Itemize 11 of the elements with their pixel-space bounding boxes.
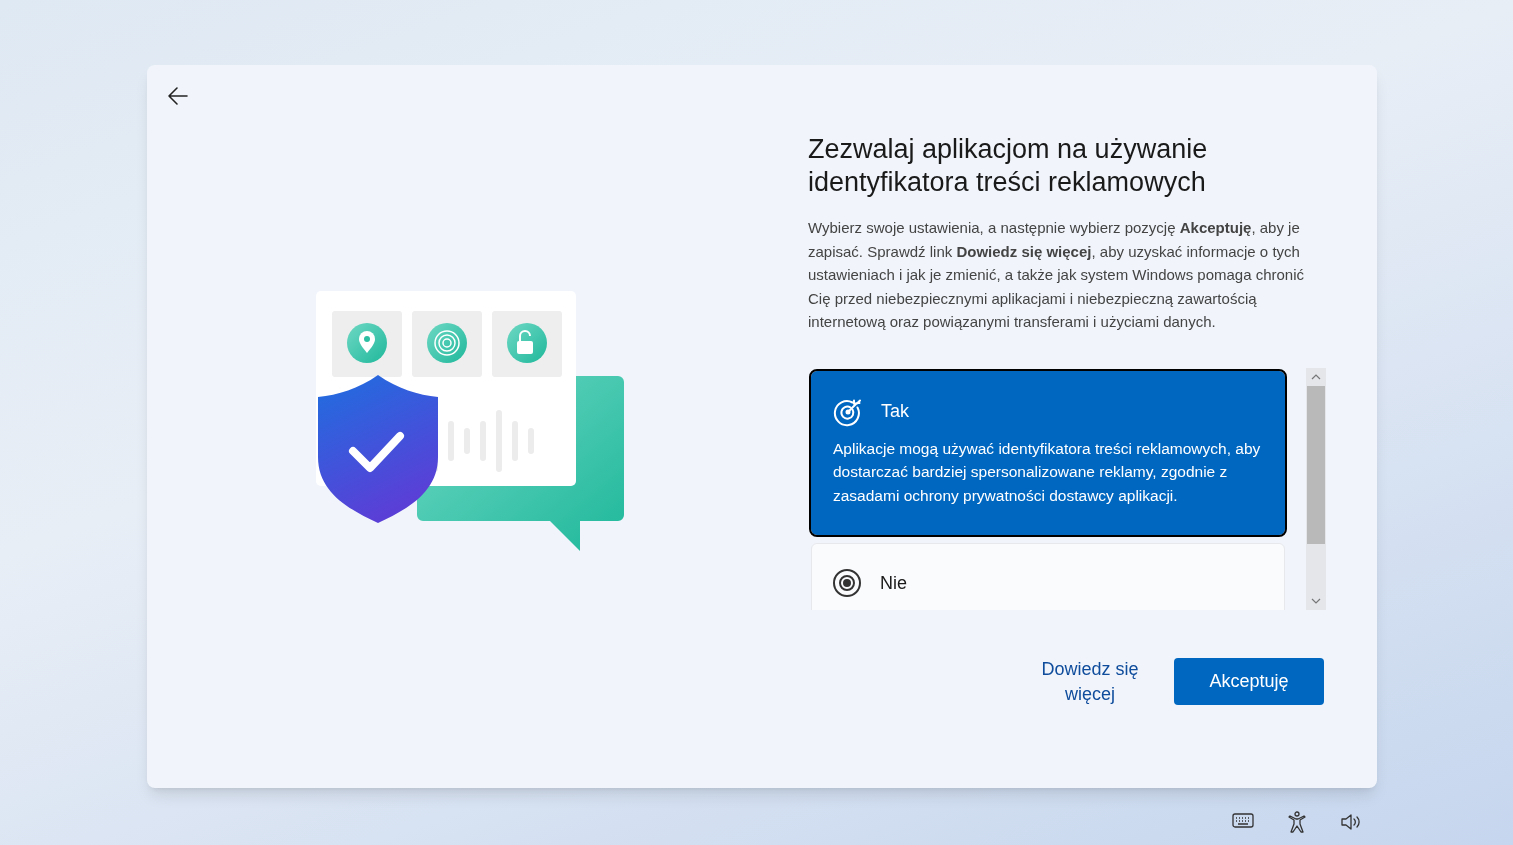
target-icon	[832, 568, 862, 598]
option-label: Tak	[881, 400, 909, 423]
option-card[interactable]: Tak Aplikacje mogą używać identyfikatora treści reklamowych, aby dostarczać bardziej spersonalizowane reklamy, zgodnie z zasadami ochrony prywatności dostawcy aplikacji.	[811, 370, 1285, 535]
option-label: Nie	[880, 571, 907, 595]
page-title: Zezwalaj aplikacjom na używanie identyfikatora treści reklamowych	[808, 133, 1209, 199]
option-description: Aplikacje mogą używać identyfikatora treści reklamowych, aby dostarczać bardziej spersonalizowane reklamy, zgodnie z zasadami ochrony prywatności dostawcy aplikacji.	[833, 438, 1262, 506]
option-card[interactable]: Nie	[811, 543, 1285, 610]
accept-button[interactable]: Akceptuję	[1174, 658, 1324, 705]
description-text: Wybierz swoje ustawienia, a następnie wybierz pozycję Akceptuję, aby je zapisać. Sprawdź link Dowiedz się więcej, aby uzyskać informacje o tych ustawieniach i jak je zmienić, a także jak system Windows pomaga chronić Cię przed niebezpiecznymi aplikacjami i niebezpieczną zawartością internetową oraz powiązanymi transferami i użyciami danych.	[808, 218, 1306, 332]
keyboard-icon[interactable]	[1231, 810, 1255, 830]
learn-more-link[interactable]: Dowiedz się więcej	[1040, 656, 1140, 707]
